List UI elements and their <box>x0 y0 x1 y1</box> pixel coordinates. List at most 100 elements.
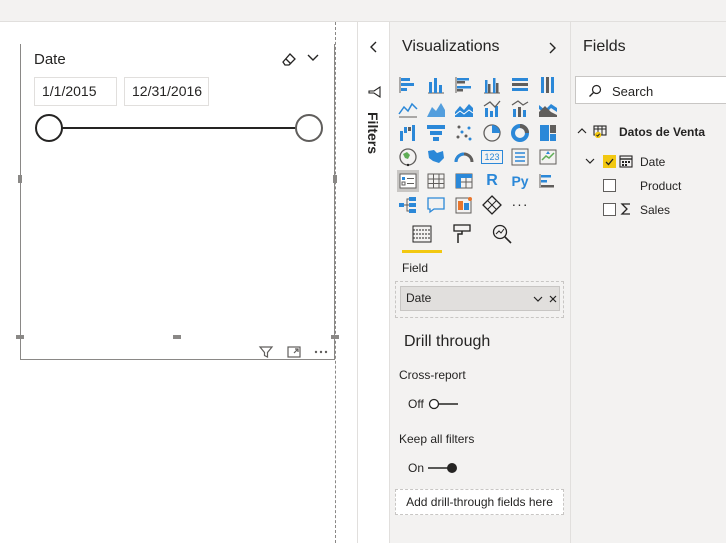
checkmark-icon <box>605 158 614 166</box>
cross-report-toggle[interactable] <box>428 398 460 410</box>
chevron-down-icon[interactable] <box>306 52 320 64</box>
100-stacked-bar-icon[interactable] <box>509 74 531 96</box>
filters-label[interactable]: Filters <box>365 112 381 154</box>
field-row-sales[interactable]: Sales <box>585 201 725 221</box>
active-tab-indicator <box>402 250 442 253</box>
slicer-icon[interactable] <box>397 170 419 192</box>
keep-all-filters-label: Keep all filters <box>399 432 475 446</box>
slicer-title: Date <box>34 51 66 68</box>
end-date-input[interactable]: 12/31/2016 <box>124 77 209 106</box>
filled-map-icon[interactable] <box>425 146 447 168</box>
card-icon[interactable]: 123 <box>481 150 503 164</box>
decomposition-tree-icon[interactable] <box>397 194 419 216</box>
field-row-product[interactable]: Product <box>585 177 725 197</box>
slider-end-handle[interactable] <box>295 114 323 142</box>
drill-through-title: Drill through <box>404 333 491 350</box>
sigma-icon <box>620 203 630 215</box>
field-name: Date <box>640 155 666 169</box>
table-icon <box>593 125 607 138</box>
field-name: Sales <box>640 203 671 217</box>
search-input[interactable] <box>612 82 722 100</box>
add-drill-through-fields[interactable]: Add drill-through fields here <box>395 489 564 515</box>
eraser-icon[interactable] <box>280 51 298 67</box>
product-checkbox[interactable] <box>603 179 616 192</box>
table-row-datos-de-venta[interactable]: Datos de Venta <box>577 124 726 144</box>
field-chip-label: Date <box>406 291 432 305</box>
sales-checkbox[interactable] <box>603 203 616 216</box>
field-well-label: Field <box>402 261 429 275</box>
filter-icon[interactable] <box>258 344 274 360</box>
line-stacked-column-icon[interactable] <box>509 98 531 120</box>
table-icon[interactable] <box>425 170 447 192</box>
python-visual-icon[interactable]: Py <box>509 170 531 192</box>
clustered-column-icon[interactable] <box>481 74 503 96</box>
treemap-icon[interactable] <box>537 122 559 144</box>
focus-mode-icon[interactable] <box>286 344 302 360</box>
chevron-left-icon[interactable] <box>368 40 380 54</box>
report-canvas[interactable]: Date 1/1/2015 12/31/2016 <box>0 22 357 543</box>
map-icon[interactable] <box>397 146 419 168</box>
visualizations-title: Visualizations <box>402 38 500 55</box>
field-name: Product <box>640 179 682 193</box>
chevron-up-icon[interactable] <box>577 126 587 136</box>
stacked-bar-icon[interactable] <box>397 74 419 96</box>
keep-all-filters-toggle[interactable] <box>428 462 460 474</box>
date-checkbox[interactable] <box>603 155 616 168</box>
more-icon[interactable]: ··· <box>509 194 531 216</box>
field-chip-date[interactable]: Date <box>400 286 560 311</box>
date-slicer[interactable]: Date 1/1/2015 12/31/2016 <box>20 44 335 360</box>
stacked-area-icon[interactable] <box>453 98 475 120</box>
table-name: Datos de Venta <box>619 125 706 139</box>
more-options-icon[interactable] <box>313 344 329 360</box>
fields-title: Fields <box>583 38 626 55</box>
ribbon-chart-icon[interactable] <box>537 98 559 120</box>
filters-pane[interactable]: Filters <box>357 22 390 543</box>
stacked-column-icon[interactable] <box>425 74 447 96</box>
line-column-icon[interactable] <box>481 98 503 120</box>
field-well[interactable]: Date <box>395 281 564 318</box>
fields-pane[interactable]: Fields Datos de Venta Date <box>571 22 726 543</box>
clustered-bar-icon[interactable] <box>453 74 475 96</box>
qna-icon[interactable] <box>425 194 447 216</box>
cross-report-label: Cross-report <box>399 368 466 382</box>
slider-start-handle[interactable] <box>35 114 63 142</box>
search-icon <box>589 84 602 97</box>
slider-track <box>49 127 309 129</box>
100-stacked-column-icon[interactable] <box>537 74 559 96</box>
waterfall-icon[interactable] <box>397 122 419 144</box>
cross-report-state: Off <box>408 397 424 411</box>
field-row-date[interactable]: Date <box>585 153 725 173</box>
smart-narrative-icon[interactable] <box>453 194 475 216</box>
resize-handle-bottom[interactable] <box>173 335 181 339</box>
key-influencers-icon[interactable] <box>537 170 559 192</box>
keep-all-filters-state: On <box>408 461 425 475</box>
chevron-down-icon[interactable] <box>532 293 544 305</box>
start-date-input[interactable]: 1/1/2015 <box>34 77 117 106</box>
search-box[interactable] <box>575 76 726 104</box>
resize-handle-left[interactable] <box>18 175 22 183</box>
arcgis-icon[interactable] <box>481 194 503 216</box>
visualizations-pane[interactable]: Visualizations 123 R Py ··· Field Date D… <box>390 22 571 543</box>
donut-icon[interactable] <box>509 122 531 144</box>
r-visual-icon[interactable]: R <box>481 170 503 192</box>
area-chart-icon[interactable] <box>425 98 447 120</box>
canvas-boundary <box>335 22 336 543</box>
close-icon[interactable] <box>547 293 559 305</box>
matrix-icon[interactable] <box>453 170 475 192</box>
line-chart-icon[interactable] <box>397 98 419 120</box>
funnel-icon[interactable] <box>425 122 447 144</box>
multirow-card-icon[interactable] <box>509 146 531 168</box>
chevron-right-icon[interactable] <box>548 42 558 54</box>
pie-icon[interactable] <box>481 122 503 144</box>
chevron-down-icon[interactable] <box>585 156 595 166</box>
scatter-icon[interactable] <box>453 122 475 144</box>
resize-handle-bottom-left[interactable] <box>16 335 24 339</box>
filter-icon <box>368 85 381 99</box>
top-bar <box>0 0 726 22</box>
analytics-icon[interactable] <box>490 222 514 246</box>
fields-tab-icon[interactable] <box>410 222 434 246</box>
gauge-icon[interactable] <box>453 146 475 168</box>
paint-roller-icon[interactable] <box>450 222 474 246</box>
calendar-icon <box>619 155 633 168</box>
kpi-icon[interactable] <box>537 146 559 168</box>
